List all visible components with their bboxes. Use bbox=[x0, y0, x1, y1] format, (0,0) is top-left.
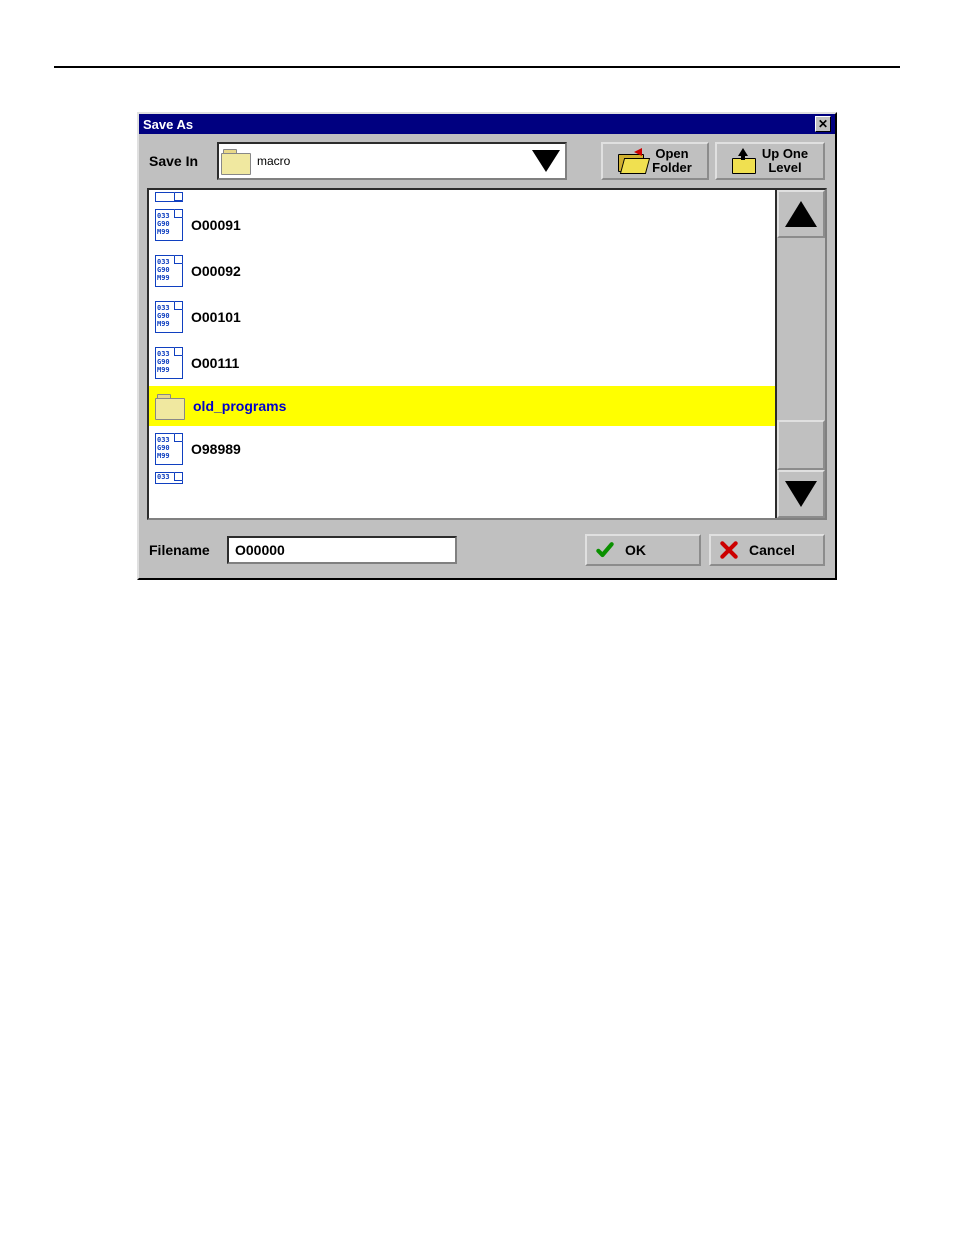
titlebar: Save As ✕ bbox=[139, 114, 835, 134]
open-folder-icon bbox=[618, 150, 646, 172]
file-name: O98989 bbox=[191, 441, 241, 457]
list-item[interactable] bbox=[149, 190, 775, 202]
folder-name: old_programs bbox=[193, 398, 286, 414]
arrow-down-icon bbox=[785, 481, 817, 507]
list-item[interactable]: 033 G90 M99 O00092 bbox=[149, 248, 775, 294]
save-in-dropdown[interactable]: macro bbox=[217, 142, 567, 180]
folder-icon bbox=[155, 394, 185, 418]
file-name: O00101 bbox=[191, 309, 241, 325]
dialog-title: Save As bbox=[143, 117, 193, 132]
open-folder-label-2: Folder bbox=[652, 161, 692, 175]
gcode-file-icon: 033 G90 M99 bbox=[155, 301, 183, 333]
open-folder-label-1: Open bbox=[652, 147, 692, 161]
scroll-up-button[interactable] bbox=[777, 190, 825, 238]
list-item[interactable]: 033 G90 M99 O00101 bbox=[149, 294, 775, 340]
filename-label: Filename bbox=[149, 542, 219, 558]
gcode-file-icon: 033 bbox=[155, 472, 183, 484]
toolbar: Save In macro Open Folder Up O bbox=[139, 134, 835, 188]
scroll-down-button[interactable] bbox=[777, 470, 825, 518]
file-name: O00091 bbox=[191, 217, 241, 233]
open-folder-button[interactable]: Open Folder bbox=[601, 142, 709, 180]
up-one-level-button[interactable]: Up One Level bbox=[715, 142, 825, 180]
scroll-thumb[interactable] bbox=[777, 420, 825, 470]
list-item[interactable]: 033 G90 M99 O00111 bbox=[149, 340, 775, 386]
cancel-label: Cancel bbox=[749, 542, 795, 558]
page-divider bbox=[54, 66, 900, 68]
file-list[interactable]: 033 G90 M99 O00091 033 G90 M99 O00092 03… bbox=[149, 190, 775, 518]
file-panel: 033 G90 M99 O00091 033 G90 M99 O00092 03… bbox=[147, 188, 827, 520]
gcode-file-icon: 033 G90 M99 bbox=[155, 209, 183, 241]
list-item[interactable]: 033 bbox=[149, 472, 775, 486]
gcode-file-icon: 033 G90 M99 bbox=[155, 433, 183, 465]
save-in-label: Save In bbox=[149, 153, 211, 169]
list-item[interactable]: 033 G90 M99 O98989 bbox=[149, 426, 775, 472]
close-button[interactable]: ✕ bbox=[815, 116, 831, 132]
close-icon: ✕ bbox=[818, 118, 828, 130]
filename-input[interactable] bbox=[227, 536, 457, 564]
folder-icon bbox=[221, 149, 251, 173]
gcode-file-icon: 033 G90 M99 bbox=[155, 255, 183, 287]
cancel-button[interactable]: Cancel bbox=[709, 534, 825, 566]
list-item[interactable]: 033 G90 M99 O00091 bbox=[149, 202, 775, 248]
ok-label: OK bbox=[625, 542, 646, 558]
check-icon bbox=[595, 540, 615, 560]
up-one-label-2: Level bbox=[762, 161, 808, 175]
file-name: O00092 bbox=[191, 263, 241, 279]
scroll-track[interactable] bbox=[777, 238, 825, 470]
scrollbar bbox=[775, 190, 825, 518]
list-item-selected[interactable]: old_programs bbox=[149, 386, 775, 426]
up-one-level-icon bbox=[732, 148, 756, 174]
x-icon bbox=[719, 540, 739, 560]
up-one-label-1: Up One bbox=[762, 147, 808, 161]
save-as-dialog: Save As ✕ Save In macro Open Folder bbox=[137, 112, 837, 580]
file-name: O00111 bbox=[191, 355, 239, 371]
ok-button[interactable]: OK bbox=[585, 534, 701, 566]
gcode-file-icon bbox=[155, 192, 183, 202]
current-folder-name: macro bbox=[257, 154, 529, 168]
dropdown-arrow-button[interactable] bbox=[529, 144, 563, 178]
gcode-file-icon: 033 G90 M99 bbox=[155, 347, 183, 379]
arrow-up-icon bbox=[785, 201, 817, 227]
bottom-row: Filename OK Cancel bbox=[139, 528, 835, 578]
chevron-down-icon bbox=[532, 150, 560, 172]
